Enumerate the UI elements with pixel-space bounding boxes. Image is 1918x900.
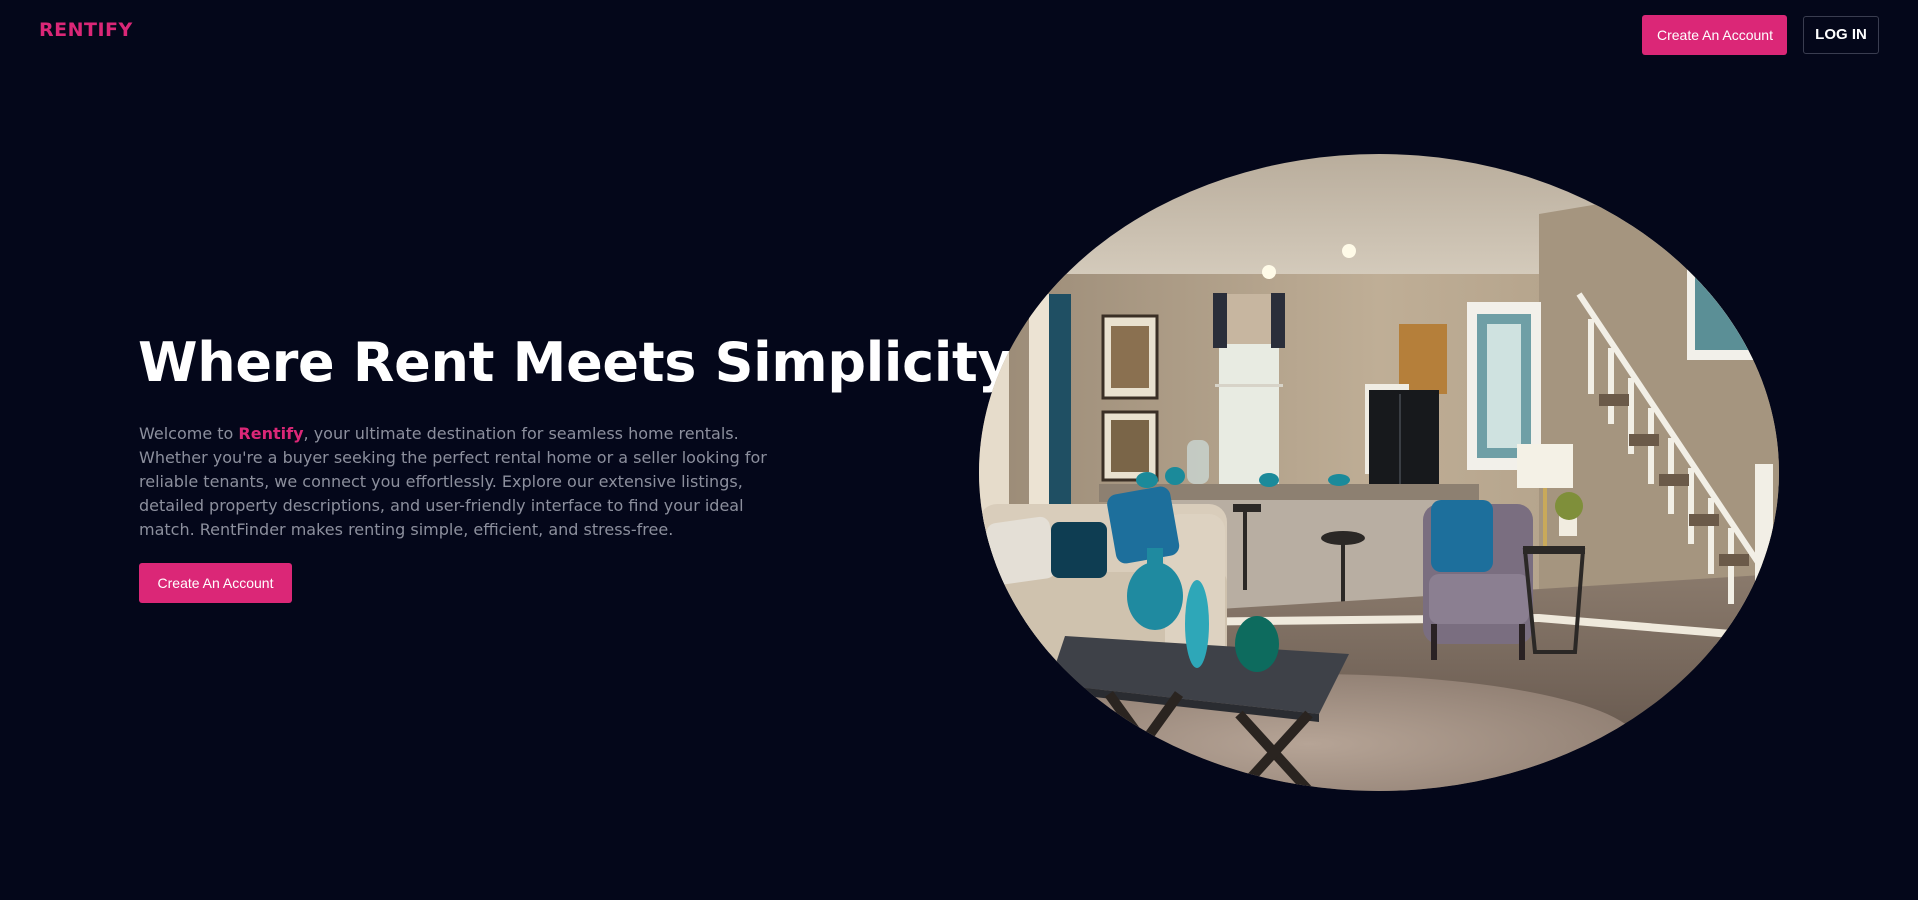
logo[interactable]: RENTIFY [39, 19, 133, 41]
hero-description: Welcome to Rentify, your ultimate destin… [139, 422, 779, 542]
landing-page: RENTIFY Create An Account LOG IN Where R… [0, 0, 1918, 900]
header-create-account-button[interactable]: Create An Account [1642, 15, 1787, 55]
login-button[interactable]: LOG IN [1803, 16, 1879, 54]
hero-description-brand: Rentify [238, 424, 304, 443]
hero-title: Where Rent Meets Simplicity [138, 331, 1013, 394]
hero-create-account-button[interactable]: Create An Account [139, 563, 292, 603]
living-room-illustration [979, 154, 1779, 791]
hero-description-prefix: Welcome to [139, 424, 239, 443]
living-room-image [979, 154, 1779, 791]
